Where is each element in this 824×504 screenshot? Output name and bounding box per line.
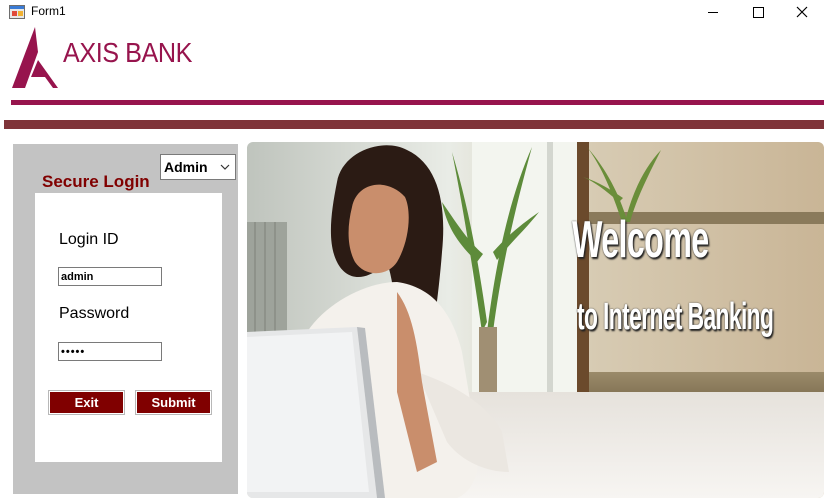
minimize-icon: [708, 11, 718, 13]
axis-bank-logo: [12, 27, 58, 88]
brand-name: AXIS BANK: [63, 37, 193, 68]
submit-button[interactable]: Submit: [135, 390, 212, 415]
welcome-headline: Welcome: [572, 211, 709, 269]
minimize-button[interactable]: [690, 0, 736, 24]
welcome-subline: to Internet Banking: [577, 296, 774, 338]
password-input[interactable]: [58, 342, 162, 361]
window-title: Form1: [31, 4, 66, 18]
login-id-input[interactable]: [58, 267, 162, 286]
app-icon: [9, 5, 25, 19]
exit-button[interactable]: Exit: [48, 390, 125, 415]
title-bar: Form1: [0, 0, 824, 24]
header-stripe-top: [11, 100, 824, 105]
role-dropdown[interactable]: Admin: [160, 154, 236, 180]
role-selected-value: Admin: [164, 159, 208, 175]
password-label: Password: [59, 305, 130, 322]
chevron-down-icon: [220, 164, 230, 170]
maximize-icon: [752, 6, 764, 18]
close-icon: [796, 6, 808, 18]
close-button[interactable]: [779, 0, 824, 24]
maximize-button[interactable]: [735, 0, 781, 24]
login-id-label: Login ID: [59, 231, 119, 248]
secure-login-title: Secure Login: [42, 172, 150, 191]
header-stripe-bottom: [4, 120, 824, 129]
